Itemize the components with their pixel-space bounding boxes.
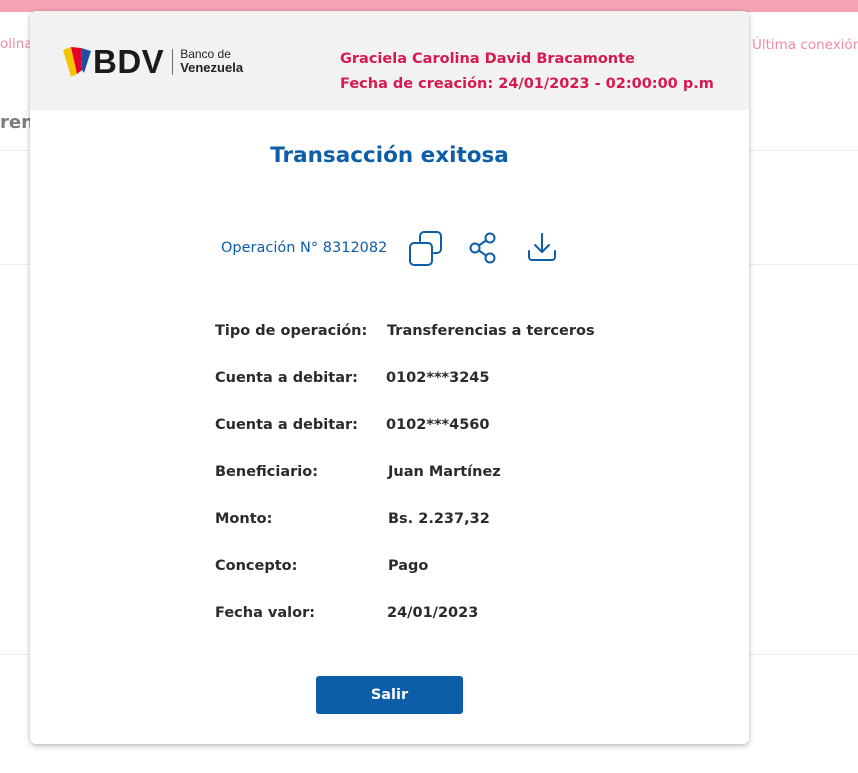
bdv-logo-mark-icon	[63, 46, 91, 77]
logo-separator	[172, 48, 174, 75]
detail-label-concept: Concepto:	[215, 558, 298, 574]
detail-label-value-date: Fecha valor:	[215, 605, 316, 621]
detail-value-debit-account-2: 0102***4560	[386, 417, 490, 433]
detail-value-value-date: 24/01/2023	[387, 605, 479, 621]
detail-value-operation-type: Transferencias a terceros	[387, 323, 595, 339]
bank-name: Banco de Venezuela	[180, 48, 243, 74]
background-user-name-fragment: olina	[0, 36, 33, 52]
background-divider	[0, 654, 30, 655]
user-name: Graciela Carolina David Bracamonte	[340, 51, 635, 67]
detail-label-debit-account-2: Cuenta a debitar:	[215, 417, 358, 433]
modal-header: BDV Banco de Venezuela Graciela Carolina…	[30, 11, 749, 110]
background-divider	[0, 264, 30, 265]
background-divider	[749, 264, 858, 265]
detail-value-amount: Bs. 2.237,32	[388, 511, 490, 527]
share-icon[interactable]	[467, 231, 499, 265]
bdv-wordmark: BDV	[93, 43, 165, 80]
copy-icon[interactable]	[408, 230, 444, 268]
background-page-title: ren	[0, 112, 34, 133]
background-divider	[0, 150, 30, 151]
detail-label-operation-type: Tipo de operación:	[215, 323, 368, 339]
transaction-receipt-modal: BDV Banco de Venezuela Graciela Carolina…	[30, 11, 749, 744]
download-icon[interactable]	[525, 231, 559, 265]
background-last-connection-label: Última conexión	[752, 37, 858, 53]
result-title: Transacción exitosa	[270, 143, 509, 168]
detail-label-amount: Monto:	[215, 511, 273, 527]
detail-label-beneficiary: Beneficiario:	[215, 464, 319, 480]
background-divider	[749, 150, 858, 151]
exit-button[interactable]: Salir	[316, 676, 463, 714]
detail-value-debit-account: 0102***3245	[386, 370, 490, 386]
detail-label-debit-account: Cuenta a debitar:	[215, 370, 358, 386]
background-divider	[749, 654, 858, 655]
detail-value-beneficiary: Juan Martínez	[388, 464, 501, 480]
detail-value-concept: Pago	[388, 558, 429, 574]
creation-date: Fecha de creación: 24/01/2023 - 02:00:00…	[340, 76, 714, 92]
bank-name-line2: Venezuela	[180, 59, 244, 75]
bank-logo: BDV Banco de Venezuela	[62, 45, 243, 78]
operation-number: Operación N° 8312082	[221, 240, 388, 256]
